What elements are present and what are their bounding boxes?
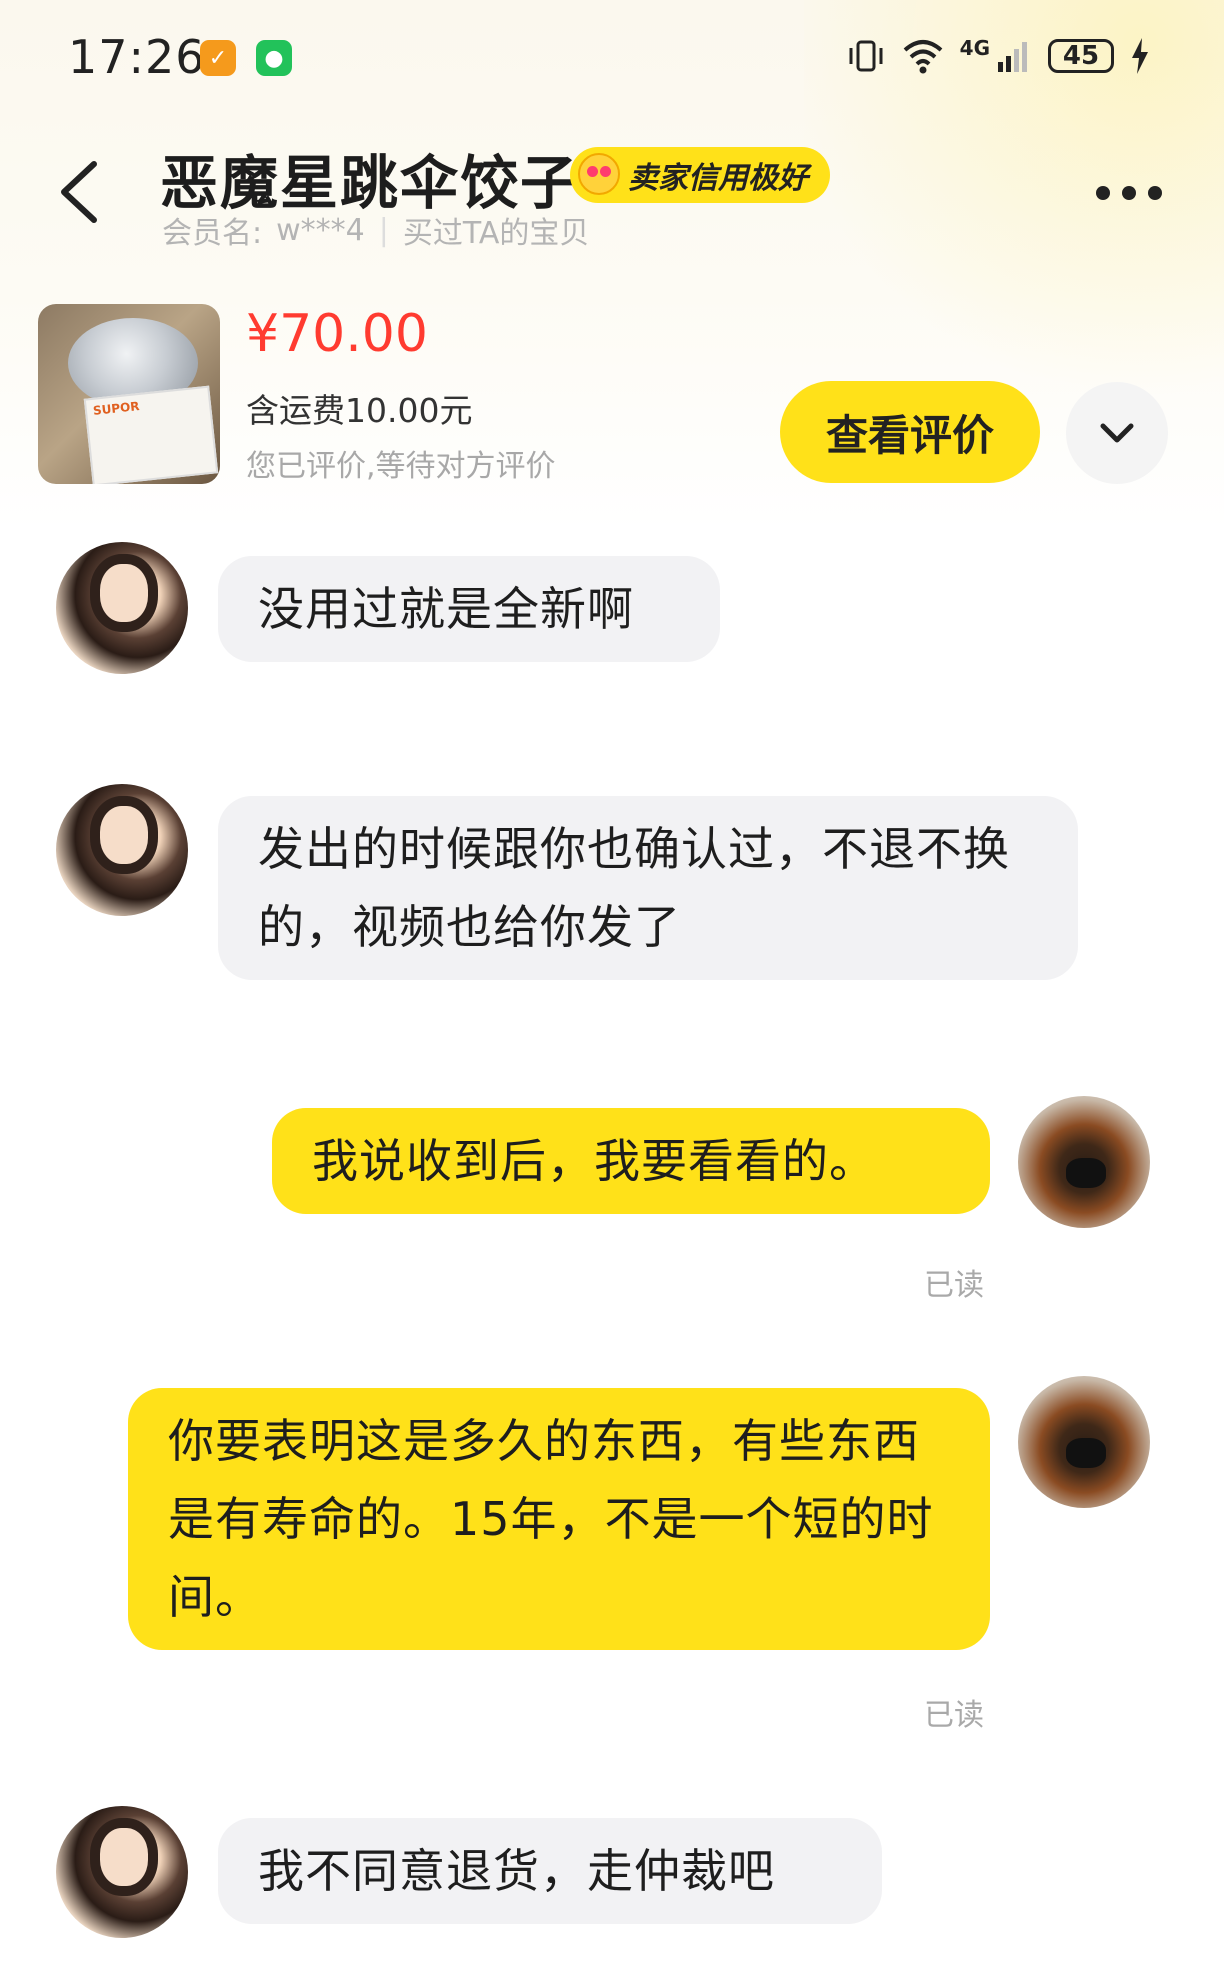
vibrate-icon [849,40,883,72]
seller-avatar[interactable] [56,784,188,916]
member-label: 会员名: [162,216,263,251]
shipping-fee: 含运费10.00元 [246,391,473,430]
member-info: 会员名: w***4 | 买过TA的宝贝 [162,208,589,252]
status-indicators: 4G 45 [846,36,1150,76]
my-avatar[interactable] [1018,1376,1150,1508]
wechat-notification-icon: ● [256,40,292,76]
more-dots-icon[interactable] [1096,186,1162,200]
charging-icon [1132,38,1148,74]
product-price: ¥70.00 [246,304,428,364]
my-avatar[interactable] [1018,1096,1150,1228]
message-bubble: 发出的时候跟你也确认过，不退不换的，视频也给你发了 [218,796,1078,980]
taobao-notification-icon: ✓ [200,40,236,76]
signal-icon [998,42,1027,72]
view-review-button[interactable]: 查看评价 [780,381,1040,483]
product-thumbnail[interactable] [38,304,220,484]
read-status: 已读 [924,1698,984,1733]
expand-button[interactable] [1066,382,1168,484]
credit-badge-label: 卖家信用极好 [628,161,808,196]
seller-avatar[interactable] [56,1806,188,1938]
battery-level: 45 [1062,41,1100,71]
member-name: w***4 [276,212,365,248]
chevron-down-icon [1100,423,1134,443]
message-bubble: 你要表明这是多久的东西，有些东西是有寿命的。15年，不是一个短的时间。 [128,1388,990,1650]
emoji-face-icon [578,153,620,195]
bought-text: 买过TA的宝贝 [402,216,590,251]
message-bubble: 我说收到后，我要看看的。 [272,1108,990,1214]
seller-avatar[interactable] [56,542,188,674]
message-bubble: 没用过就是全新啊 [218,556,720,662]
wifi-icon [903,40,942,74]
message-bubble: 我不同意退货，走仲裁吧 [218,1818,882,1924]
credit-badge[interactable]: 卖家信用极好 [570,147,830,203]
back-arrow-icon[interactable] [56,158,104,226]
review-status: 您已评价,等待对方评价 [246,449,556,484]
battery-indicator: 45 [1048,39,1114,73]
status-time: 17:26 [68,30,206,84]
divider: | [378,212,389,248]
network-type: 4G [959,36,990,60]
read-status: 已读 [924,1268,984,1303]
